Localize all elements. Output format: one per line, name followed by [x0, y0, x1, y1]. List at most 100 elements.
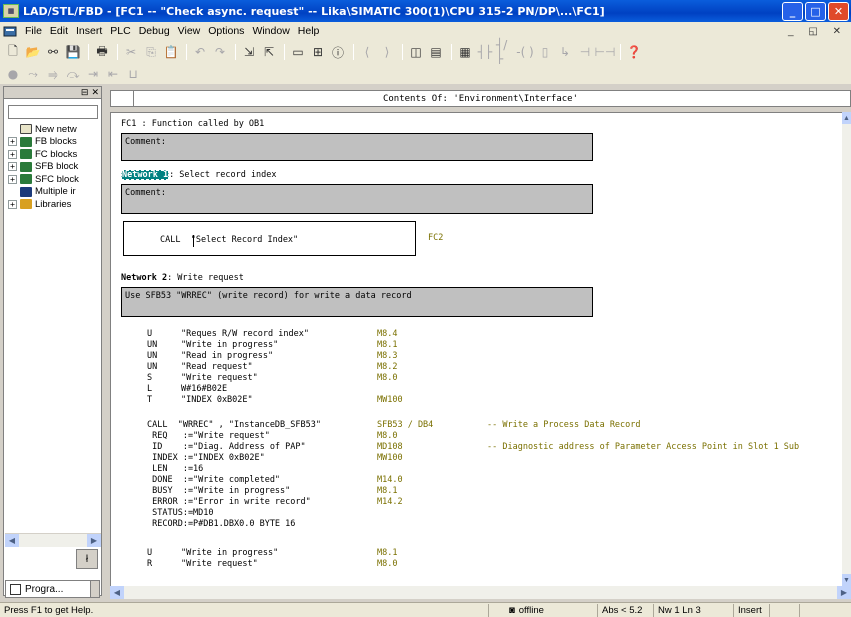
scroll-left-icon[interactable]: ◀	[5, 534, 19, 547]
step-over-icon[interactable]: ⤳	[24, 65, 42, 83]
step-out-icon[interactable]: ⤼	[64, 65, 82, 83]
menu-file[interactable]: File	[21, 25, 46, 37]
save-icon[interactable]: 💾	[64, 43, 82, 61]
scroll-left-icon[interactable]: ◀	[110, 586, 124, 599]
parameter-address: M14.0	[377, 475, 403, 485]
new-network-icon[interactable]: ▦	[456, 43, 474, 61]
scroll-right-icon[interactable]: ▶	[837, 586, 851, 599]
stop-icon[interactable]: ⇤	[104, 65, 122, 83]
call-wrrec[interactable]: CALL "WRREC" , "InstanceDB_SFB53"	[147, 420, 321, 430]
scroll-down-icon[interactable]: ▼	[842, 574, 851, 586]
stl-address: MW100	[377, 395, 403, 405]
mdi-window-controls[interactable]: _ ◱ ✕	[788, 26, 847, 37]
open-branch-icon[interactable]: ↳	[556, 43, 574, 61]
pane-tool-icon[interactable]: ł	[76, 549, 98, 569]
pane-horizontal-scrollbar[interactable]: ◀ ▶	[5, 533, 101, 547]
menu-view[interactable]: View	[174, 25, 205, 37]
print-icon[interactable]: 🖶	[93, 43, 111, 61]
editor-vertical-scrollbar[interactable]: ▲ ▼	[842, 112, 851, 586]
step-into-icon[interactable]: ⥤	[44, 65, 62, 83]
details-icon[interactable]: ▤	[427, 43, 445, 61]
editor-horizontal-scrollbar[interactable]: ◀ ▶	[110, 586, 851, 599]
network-2-heading[interactable]: Network 2: Write request	[121, 273, 244, 283]
menu-help[interactable]: Help	[294, 25, 324, 37]
redo-icon[interactable]: ↷	[211, 43, 229, 61]
code-editor[interactable]: FC1 : Function called by OB1 Comment: Ne…	[110, 112, 842, 586]
overview-icon[interactable]: ◫	[407, 43, 425, 61]
block-comment[interactable]: Comment:	[121, 133, 593, 161]
run-to-icon[interactable]: ⇥	[84, 65, 102, 83]
status-empty-1	[769, 604, 799, 617]
minimize-button[interactable]: _	[782, 1, 803, 21]
undo-icon[interactable]: ↶	[191, 43, 209, 61]
open-icon[interactable]: 📂	[24, 43, 42, 61]
parameter-address: M8.1	[377, 486, 398, 496]
block-title[interactable]: FC1 : Function called by OB1	[121, 119, 264, 129]
call-parameter: BUSY :="Write in progress"	[147, 486, 291, 496]
close-button[interactable]: ✕	[828, 1, 849, 21]
tree-item-sfc-blocks[interactable]: + SFC block	[8, 173, 79, 185]
copy-icon[interactable]: ⎘	[142, 43, 160, 61]
breakpoint-icon[interactable]: ●	[4, 65, 22, 83]
call-parameter: LEN :=16	[147, 464, 204, 474]
cut-icon[interactable]: ✂	[122, 43, 140, 61]
status-insert-mode: Insert	[733, 604, 769, 617]
tab-call-structure[interactable]	[90, 580, 100, 598]
empty-box-icon[interactable]: ▯	[536, 43, 554, 61]
contact-no-icon[interactable]: ┤├	[476, 43, 494, 61]
accessible-nodes-icon[interactable]: ⚯	[44, 43, 62, 61]
document-icon[interactable]	[3, 26, 17, 37]
tree-item-multiple-instances[interactable]: Multiple ir	[8, 186, 79, 198]
network-1-heading[interactable]: Network 1: Select record index	[121, 170, 277, 180]
maximize-button[interactable]: □	[805, 1, 826, 21]
stl-operand: "Read in progress"	[181, 351, 274, 361]
call-parameter: ID :="Diag. Address of PAP"	[147, 442, 306, 452]
tree-item-fb-blocks[interactable]: + FB blocks	[8, 136, 79, 148]
next-icon[interactable]: ⟩	[378, 43, 396, 61]
menu-window[interactable]: Window	[248, 25, 293, 37]
pane-search-box[interactable]	[8, 105, 98, 119]
help-icon[interactable]: ❓	[625, 43, 643, 61]
connection-icon[interactable]: ⊢⊣	[595, 43, 616, 61]
tab-program-elements[interactable]: Progra...	[5, 580, 91, 598]
menu-debug[interactable]: Debug	[135, 25, 174, 37]
expand-icon[interactable]: +	[8, 199, 17, 209]
stl-operand: "Reques R/W record index"	[181, 329, 309, 339]
expand-icon[interactable]: +	[8, 149, 17, 159]
network-2-comment[interactable]: Use SFB53 "WRREC" (write record) for wri…	[121, 287, 593, 317]
expand-icon[interactable]: +	[8, 137, 17, 146]
close-branch-icon[interactable]: ⊣	[576, 43, 594, 61]
tree-item-new-network[interactable]: New netw	[8, 123, 79, 135]
module-info-icon[interactable]: ⓘ	[329, 43, 347, 61]
monitor-icon[interactable]: ▭	[289, 43, 307, 61]
parameter-address: MD108	[377, 442, 403, 452]
parameter-address: M8.0	[377, 431, 398, 441]
tree-item-libraries[interactable]: + Libraries	[8, 198, 79, 210]
scroll-right-icon[interactable]: ▶	[87, 534, 101, 547]
menu-options[interactable]: Options	[204, 25, 248, 37]
call-parameter: STATUS:=MD10	[147, 508, 214, 518]
expand-icon[interactable]: +	[8, 162, 17, 171]
new-icon[interactable]: 🗋	[4, 43, 22, 61]
network-icon[interactable]: ⊞	[309, 43, 327, 61]
interface-header[interactable]: Contents Of: 'Environment\Interface'	[110, 90, 851, 107]
expand-icon[interactable]: +	[8, 174, 17, 184]
upload-icon[interactable]: ⇱	[260, 43, 278, 61]
network-1-call-box[interactable]: CALL "Select Record Index"	[123, 221, 416, 256]
pane-pin-icon[interactable]: ⊟	[81, 87, 89, 98]
contact-nc-icon[interactable]: ┤/├	[496, 38, 514, 66]
menu-insert[interactable]: Insert	[72, 25, 106, 37]
pane-close-icon[interactable]: ✕	[91, 87, 99, 98]
monitor-off-icon[interactable]: ⊔	[124, 65, 142, 83]
load-icon[interactable]: ⇲	[240, 43, 258, 61]
menu-plc[interactable]: PLC	[106, 25, 134, 37]
tree-item-sfb-blocks[interactable]: + SFB block	[8, 161, 79, 173]
tree-item-fc-blocks[interactable]: + FC blocks	[8, 148, 79, 160]
previous-icon[interactable]: ⟨	[358, 43, 376, 61]
menu-edit[interactable]: Edit	[46, 25, 72, 37]
status-bar: Press F1 to get Help. ◙ offline Abs < 5.2…	[0, 602, 851, 617]
network-1-comment[interactable]: Comment:	[121, 184, 593, 214]
coil-icon[interactable]: -( )	[516, 43, 534, 61]
scroll-up-icon[interactable]: ▲	[842, 112, 851, 124]
paste-icon[interactable]: 📋	[162, 43, 180, 61]
